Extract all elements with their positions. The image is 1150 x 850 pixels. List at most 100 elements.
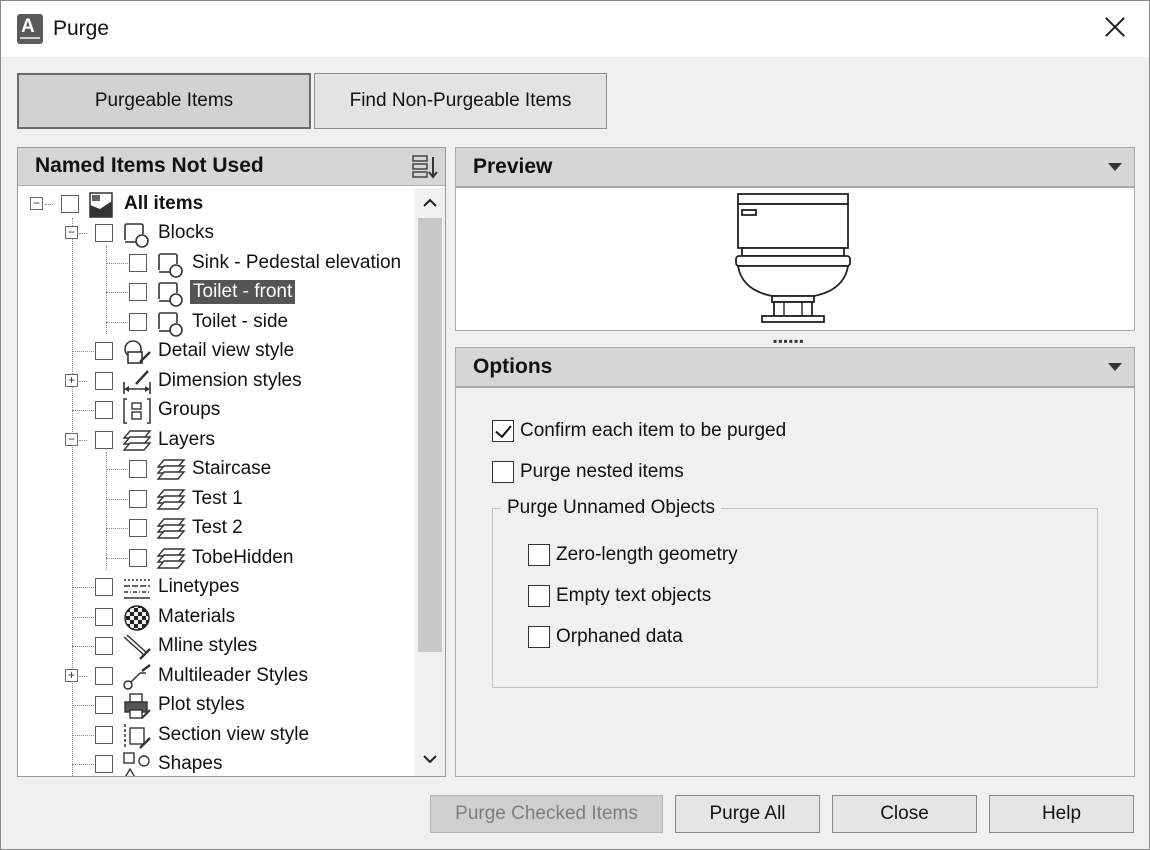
tree-checkbox[interactable] [95, 608, 113, 626]
collapse-icon[interactable]: − [30, 197, 43, 210]
close-window-icon[interactable] [1101, 13, 1129, 41]
options-title: Options [473, 355, 553, 378]
confirm-each-item-option[interactable]: Confirm each item to be purged [492, 420, 786, 442]
tree-item-sink-pedestal-elevation[interactable]: Sink - Pedestal elevation [18, 249, 414, 278]
block-icon [158, 253, 183, 278]
tree-item-plot-styles[interactable]: Plot styles [18, 691, 414, 720]
scroll-up-icon[interactable] [415, 188, 445, 218]
layers-icon [156, 459, 186, 480]
tree-checkbox[interactable] [129, 283, 147, 301]
tree-item-dimension-styles[interactable]: + Dimension styles [18, 367, 414, 396]
close-button[interactable]: Close [832, 795, 977, 833]
tab-find-non-purgeable-items[interactable]: Find Non-Purgeable Items [314, 73, 607, 129]
tree-item-label: Linetypes [158, 576, 240, 597]
tree-item-section-view-style[interactable]: Section view style [18, 721, 414, 750]
collapse-icon[interactable]: − [65, 226, 78, 239]
scroll-down-icon[interactable] [415, 744, 445, 774]
named-items-title: Named Items Not Used [35, 154, 264, 177]
mline-icon [123, 634, 151, 660]
tree-item-label: Plot styles [158, 694, 245, 715]
tree-item-label: Shapes [158, 753, 223, 774]
tree-item-linetypes[interactable]: Linetypes [18, 573, 414, 602]
detail-view-icon [124, 340, 151, 364]
tree-item-layers[interactable]: − Layers [18, 426, 414, 455]
tree-item-label: Section view style [158, 724, 310, 745]
named-items-header: Named Items Not Used [18, 148, 445, 186]
orphaned-data-option[interactable]: Orphaned data [528, 626, 683, 648]
tree-checkbox[interactable] [95, 755, 113, 773]
tree-item-test-1[interactable]: Test 1 [18, 485, 414, 514]
tree-item-tobehidden[interactable]: TobeHidden [18, 544, 414, 573]
tree-checkbox[interactable] [61, 195, 79, 213]
sort-icon[interactable] [411, 154, 439, 180]
tree-checkbox[interactable] [95, 637, 113, 655]
tree-item-staircase[interactable]: Staircase [18, 455, 414, 484]
tree-item-multileader-styles[interactable]: + Multileader Styles [18, 662, 414, 691]
orphaned-data-checkbox[interactable] [528, 626, 550, 648]
tab-purgeable-items[interactable]: Purgeable Items [17, 73, 311, 129]
tree-item-label: Groups [158, 399, 221, 420]
tree-item-label: Toilet - front [190, 280, 296, 304]
tree-checkbox[interactable] [129, 313, 147, 331]
tree-checkbox[interactable] [95, 667, 113, 685]
preview-header[interactable]: Preview [455, 147, 1135, 187]
tree-checkbox[interactable] [129, 549, 147, 567]
tree-checkbox[interactable] [95, 726, 113, 744]
tree-item-groups[interactable]: Groups [18, 396, 414, 425]
tree-checkbox[interactable] [95, 342, 113, 360]
options-header[interactable]: Options [455, 347, 1135, 387]
purge-dialog: Purge Purgeable Items Find Non-Purgeable… [0, 0, 1150, 850]
purge-unnamed-objects-group: Purge Unnamed Objects Zero-length geomet… [492, 497, 1098, 688]
tree-checkbox[interactable] [129, 460, 147, 478]
tree-item-materials[interactable]: Materials [18, 603, 414, 632]
tree-checkbox[interactable] [129, 490, 147, 508]
empty-text-objects-option[interactable]: Empty text objects [528, 585, 711, 607]
tree-checkbox[interactable] [95, 372, 113, 390]
tree-checkbox[interactable] [95, 578, 113, 596]
tree-item-shapes[interactable]: Shapes [18, 750, 414, 776]
linetype-icon [124, 579, 150, 599]
purge-checked-items-button[interactable]: Purge Checked Items [430, 795, 663, 833]
tree-item-label: Blocks [158, 222, 214, 243]
purge-nested-items-checkbox[interactable] [492, 461, 514, 483]
tree-checkbox[interactable] [95, 224, 113, 242]
collapse-icon[interactable]: − [65, 433, 78, 446]
chevron-down-icon[interactable] [1108, 363, 1122, 371]
tree-item-label: All items [124, 193, 204, 214]
zero-length-geometry-checkbox[interactable] [528, 544, 550, 566]
tree-checkbox[interactable] [129, 254, 147, 272]
preview-canvas [455, 187, 1135, 331]
section-view-icon [124, 724, 151, 749]
tree-checkbox[interactable] [129, 519, 147, 537]
empty-text-objects-checkbox[interactable] [528, 585, 550, 607]
tree-checkbox[interactable] [95, 401, 113, 419]
tree-checkbox[interactable] [95, 696, 113, 714]
tree-item-label: Sink - Pedestal elevation [192, 252, 402, 273]
help-button[interactable]: Help [989, 795, 1134, 833]
tree-item-detail-view-style[interactable]: Detail view style [18, 337, 414, 366]
purge-nested-items-option[interactable]: Purge nested items [492, 461, 684, 483]
tree-item-test-2[interactable]: Test 2 [18, 514, 414, 543]
tree-item-label: Materials [158, 606, 236, 627]
scroll-thumb[interactable] [418, 218, 442, 652]
chevron-down-icon[interactable] [1108, 163, 1122, 171]
empty-text-objects-label: Empty text objects [556, 585, 712, 606]
tree-item-blocks[interactable]: − Blocks [18, 219, 414, 248]
tree-checkbox[interactable] [95, 431, 113, 449]
confirm-each-item-checkbox[interactable] [492, 420, 514, 442]
tree-item-toilet-side[interactable]: Toilet - side [18, 308, 414, 337]
tree-item-all-items[interactable]: − All items [18, 190, 414, 219]
purge-all-button[interactable]: Purge All [675, 795, 820, 833]
tree-scrollbar[interactable] [415, 188, 445, 776]
tree-item-toilet-front[interactable]: Toilet - front [18, 278, 414, 307]
layers-icon [156, 518, 186, 539]
title-bar: Purge [1, 1, 1149, 57]
splitter-grip-icon[interactable]: ▪▪▪▪▪▪ [773, 334, 805, 348]
tree-item-label: Multileader Styles [158, 665, 308, 686]
tree-item-mline-styles[interactable]: Mline styles [18, 632, 414, 661]
block-icon [158, 312, 183, 337]
expand-icon[interactable]: + [65, 374, 78, 387]
zero-length-geometry-option[interactable]: Zero-length geometry [528, 544, 738, 566]
expand-icon[interactable]: + [65, 669, 78, 682]
shapes-icon [123, 752, 150, 776]
